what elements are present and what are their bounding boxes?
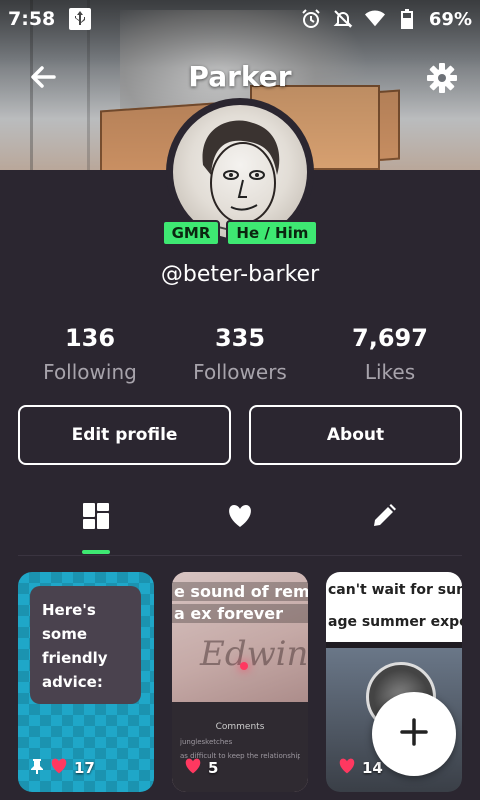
heart-icon: [50, 758, 68, 778]
post-stats: 5: [172, 758, 308, 778]
notifications-off-icon: [333, 9, 353, 29]
profile-badges: GMR He / Him: [0, 220, 480, 246]
heart-icon: [227, 504, 253, 532]
plus-icon: [399, 717, 429, 751]
profile-stats: 136 Following 335 Followers 7,697 Likes: [0, 324, 480, 394]
tab-drafts[interactable]: [354, 496, 414, 540]
comments-header: Comments: [215, 722, 265, 732]
pin-icon: [30, 758, 44, 778]
post-comments-preview: Comments junglesketches as difficult to …: [172, 702, 308, 792]
tabs-divider: [18, 555, 462, 556]
alarm-icon: [301, 9, 321, 29]
post-card[interactable]: Edwin e sound of remov a ex forever Comm…: [172, 572, 308, 792]
post-card[interactable]: Here's some friendly advice: 17: [18, 572, 154, 792]
battery-percent: 69%: [428, 8, 472, 30]
stat-label: Followers: [193, 360, 287, 384]
stat-value: 7,697: [352, 324, 428, 352]
stat-value: 335: [214, 324, 266, 352]
gear-icon[interactable]: [426, 62, 458, 94]
profile-handle: @beter-barker: [160, 262, 320, 287]
status-time: 7:58: [8, 8, 56, 30]
usb-icon: [69, 8, 92, 30]
badge-gmr: GMR: [161, 220, 221, 246]
heart-icon: [338, 758, 356, 778]
tab-likes[interactable]: [210, 496, 270, 540]
post-note-text: Here's some friendly advice:: [30, 586, 141, 704]
stat-followers[interactable]: 335 Followers: [165, 324, 315, 384]
heart-icon: [184, 758, 202, 778]
post-stats: 17: [18, 758, 154, 778]
stat-label: Following: [43, 360, 137, 384]
like-count: 5: [208, 759, 219, 777]
comment-user: junglesketches: [180, 738, 233, 746]
page-title: Parker: [188, 60, 292, 93]
stat-value: 136: [64, 324, 116, 352]
wifi-icon: [364, 9, 385, 29]
tab-posts[interactable]: [66, 496, 126, 540]
about-button[interactable]: About: [249, 405, 462, 465]
like-count: 17: [74, 759, 95, 777]
like-count: 14: [362, 759, 383, 777]
create-post-button[interactable]: [372, 692, 456, 776]
badge-pronouns: He / Him: [226, 220, 319, 246]
battery-icon: [397, 9, 417, 29]
profile-tabs: [0, 496, 480, 556]
stat-likes[interactable]: 7,697 Likes: [315, 324, 465, 384]
stat-label: Likes: [364, 360, 416, 384]
status-bar: 7:58 69%: [0, 0, 480, 38]
post-caption-line2: age summer experi: [328, 614, 462, 630]
selected-tab-indicator: [82, 550, 110, 554]
pencil-icon: [371, 503, 397, 533]
stat-following[interactable]: 136 Following: [15, 324, 165, 384]
post-caption-line1: e sound of remov: [172, 582, 308, 601]
post-caption-line2: a ex forever: [172, 604, 308, 623]
edit-profile-button[interactable]: Edit profile: [18, 405, 231, 465]
grid-icon: [82, 502, 110, 534]
play-icon: [432, 592, 444, 606]
